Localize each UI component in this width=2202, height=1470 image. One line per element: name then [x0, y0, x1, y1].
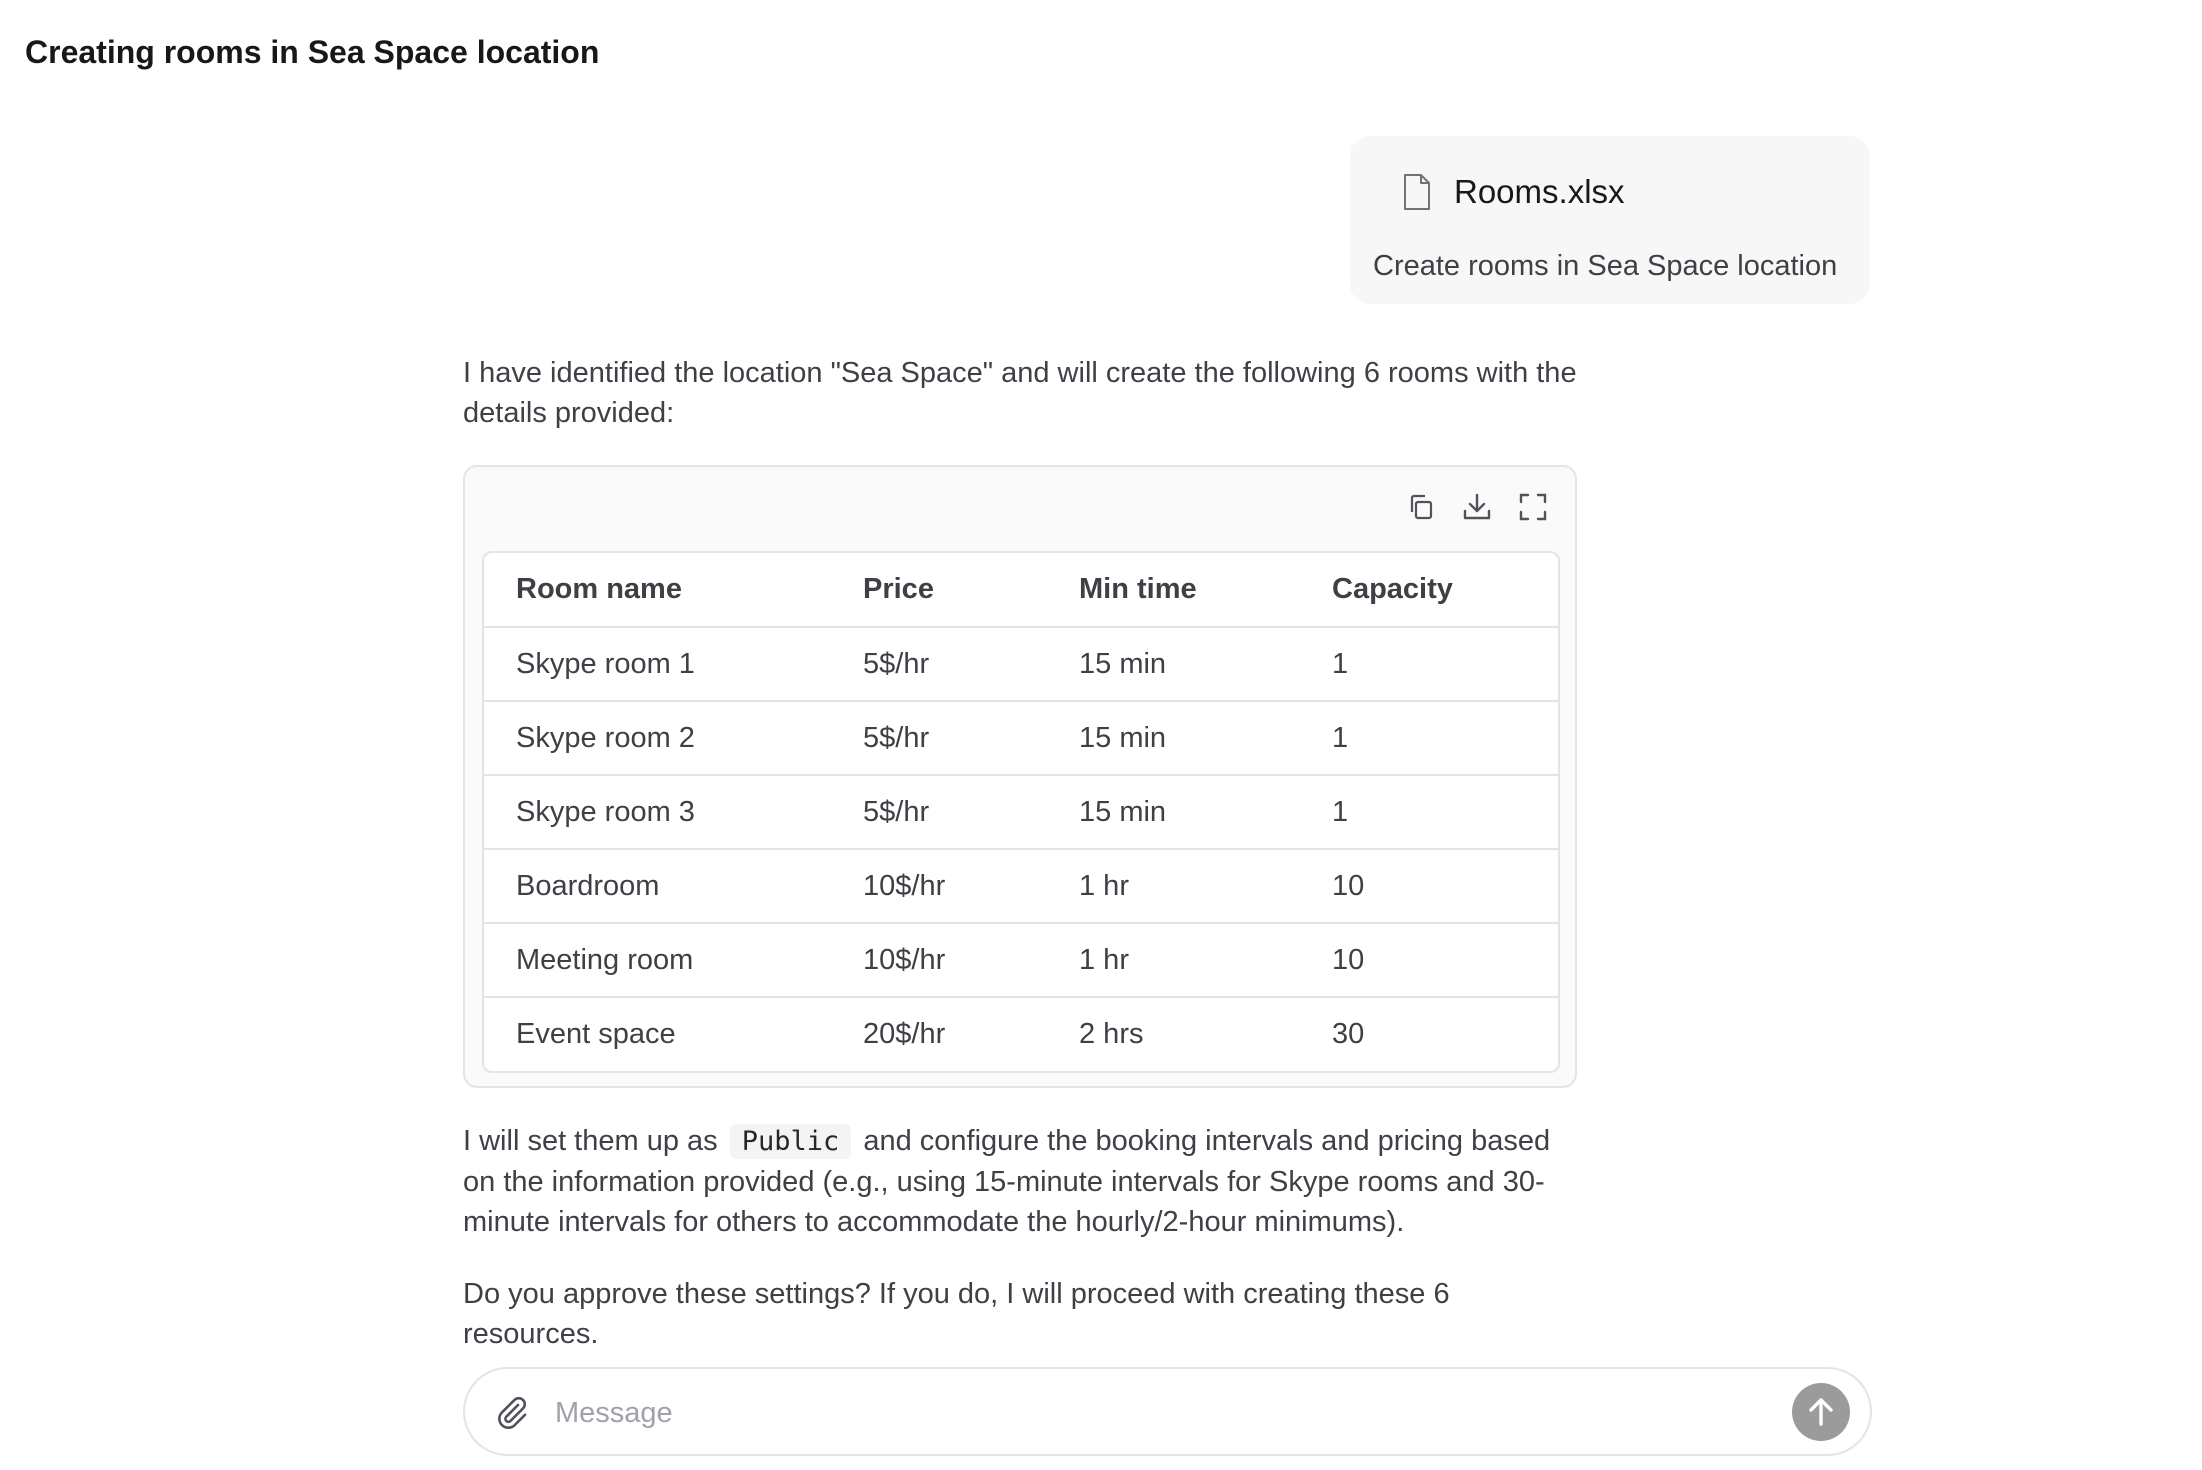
cell-min-time: 1 hr	[1047, 923, 1300, 998]
assistant-question-text: Do you approve these settings? If you do…	[463, 1278, 1450, 1350]
fullscreen-icon	[1518, 492, 1548, 522]
cell-capacity: 1	[1300, 775, 1558, 850]
table-row: Skype room 3 5$/hr 15 min 1	[484, 775, 1558, 850]
paperclip-icon	[493, 1393, 531, 1429]
setup-text-before: I will set them up as	[463, 1125, 718, 1157]
cell-price: 5$/hr	[831, 775, 1047, 850]
cell-room-name: Event space	[516, 1018, 676, 1050]
cell-room-name: Skype room 3	[484, 775, 831, 850]
send-button[interactable]	[1792, 1383, 1850, 1441]
cell-room-name: Skype room 1	[484, 627, 831, 702]
cell-room-name: Boardroom	[484, 849, 831, 924]
cell-price: 5$/hr	[831, 627, 1047, 702]
cell-capacity: 30	[1332, 1018, 1365, 1050]
rooms-table: Room name Price Min time Capacity Skype …	[482, 551, 1560, 1073]
chat-page: Creating rooms in Sea Space location Roo…	[0, 0, 2202, 1470]
message-composer	[463, 1367, 1872, 1456]
cell-min-time: 2 hrs	[1079, 1018, 1144, 1050]
cell-min-time: 15 min	[1047, 627, 1300, 702]
page-title: Creating rooms in Sea Space location	[25, 34, 600, 70]
cell-price: 10$/hr	[831, 849, 1047, 924]
message-input[interactable]	[553, 1387, 1737, 1439]
cell-price: 5$/hr	[831, 701, 1047, 776]
user-message-bubble: Rooms.xlsx Create rooms in Sea Space loc…	[1350, 136, 1870, 304]
attachment-name: Rooms.xlsx	[1454, 173, 1625, 210]
table-toolbar	[1405, 491, 1549, 523]
cell-room-name: Skype room 2	[484, 701, 831, 776]
cell-price: 10$/hr	[831, 923, 1047, 998]
cell-capacity: 10	[1300, 849, 1558, 924]
file-attachment[interactable]: Rooms.xlsx	[1402, 172, 1625, 212]
cell-min-time: 15 min	[1047, 701, 1300, 776]
cell-min-time: 1 hr	[1047, 849, 1300, 924]
table-row: Boardroom 10$/hr 1 hr 10	[484, 849, 1558, 924]
cell-capacity: 10	[1300, 923, 1558, 998]
cell-room-name: Meeting room	[484, 923, 831, 998]
table-row: Event space 20$/hr 2 hrs 30	[484, 997, 1558, 1071]
table-row: Meeting room 10$/hr 1 hr 10	[484, 923, 1558, 998]
table-header-row: Room name Price Min time Capacity	[484, 553, 1558, 628]
user-message-text: Create rooms in Sea Space location	[1373, 250, 1838, 282]
column-header-room-name: Room name	[484, 553, 831, 628]
table-row: Skype room 2 5$/hr 15 min 1	[484, 701, 1558, 776]
assistant-intro-text: I have identified the location "Sea Spac…	[463, 357, 1577, 429]
arrow-up-icon	[1804, 1395, 1838, 1429]
table-row: Skype room 1 5$/hr 15 min 1	[484, 627, 1558, 702]
assistant-setup-text: I will set them up as Public and configu…	[463, 1121, 1583, 1242]
file-icon	[1402, 173, 1432, 211]
copy-icon	[1406, 492, 1436, 522]
visibility-code: Public	[729, 1124, 852, 1159]
attach-file-button[interactable]	[493, 1393, 531, 1431]
download-table-button[interactable]	[1461, 491, 1493, 523]
download-icon	[1462, 492, 1492, 522]
copy-table-button[interactable]	[1405, 491, 1437, 523]
cell-price: 20$/hr	[863, 1018, 946, 1050]
cell-min-time: 15 min	[1047, 775, 1300, 850]
cell-capacity: 1	[1300, 627, 1558, 702]
cell-capacity: 1	[1300, 701, 1558, 776]
fullscreen-table-button[interactable]	[1517, 491, 1549, 523]
column-header-capacity: Capacity	[1300, 553, 1558, 628]
column-header-min-time: Min time	[1047, 553, 1300, 628]
column-header-price: Price	[831, 553, 1047, 628]
rooms-table-card: Room name Price Min time Capacity Skype …	[463, 465, 1577, 1088]
